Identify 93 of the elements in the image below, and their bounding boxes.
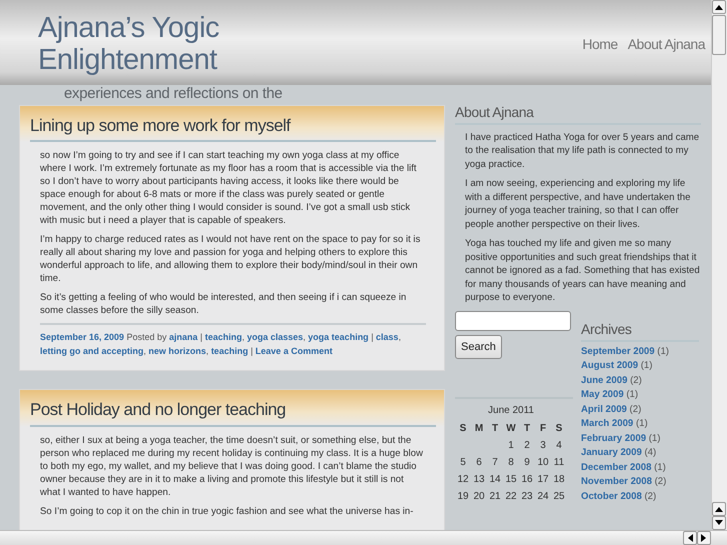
calendar-day[interactable]: 23 xyxy=(519,488,535,506)
scroll-up-button[interactable] xyxy=(712,0,726,14)
archive-link[interactable]: February 2009 xyxy=(581,432,646,444)
calendar-title: June 2011 xyxy=(487,404,535,418)
calendar-day[interactable]: 20 xyxy=(471,488,487,506)
archive-count: (2) xyxy=(630,404,642,415)
scroll-left-button[interactable] xyxy=(683,531,697,545)
weekday-label: T xyxy=(522,422,532,436)
calendar-day[interactable]: 6 xyxy=(471,454,487,472)
scroll-up-button[interactable] xyxy=(712,502,726,516)
meta-link[interactable]: yoga classes xyxy=(246,332,304,342)
about-paragraph: I am now seeing, experiencing and exploring my life with a different perspective, and have undertaken the journey of yoga teacher training, so that I can offer people another perspective on their lives. xyxy=(465,177,692,232)
archive-count: (4) xyxy=(644,447,656,458)
scrollbar-thumb[interactable] xyxy=(712,15,726,55)
calendar-day[interactable]: 8 xyxy=(503,454,519,472)
archive-count: (2) xyxy=(630,374,642,386)
post-paragraph: So it’s getting a feeling of who would be interested, and then seeing if i can squeeze in some classes before the silly season. xyxy=(40,291,408,318)
weekday-label: S xyxy=(554,422,564,436)
calendar-day[interactable]: 24 xyxy=(535,488,551,506)
calendar-day[interactable]: 12 xyxy=(455,471,471,488)
about-paragraph: I have practiced Hatha Yoga for over 5 years and came to the realisation that my life path is connected to my yoga practice. xyxy=(465,130,700,172)
site-tagline: experiences and reflections on the xyxy=(64,86,284,102)
calendar-day[interactable]: 22 xyxy=(503,488,519,506)
about-paragraph: Yoga has touched my life and given me so many positive opportunities and such great friendships that it cannot be ignored as a fad. Something that has existed for many thousands of years can have meaning and purpose to everyone. xyxy=(465,237,701,305)
calendar-day[interactable]: 15 xyxy=(503,471,519,488)
calendar-day[interactable]: 2 xyxy=(519,437,535,454)
archive-link[interactable]: April 2009 xyxy=(581,404,627,415)
calendar-day[interactable]: 16 xyxy=(519,471,535,488)
archive-link[interactable]: May 2009 xyxy=(581,389,624,400)
scroll-down-button[interactable] xyxy=(712,516,726,530)
calendar-day[interactable]: 18 xyxy=(551,471,567,488)
site-title[interactable]: Ajnana’s Yogic Enlightenment xyxy=(38,12,298,85)
archive-link[interactable]: January 2009 xyxy=(581,447,642,458)
weekday-label: M xyxy=(474,422,484,436)
post-paragraph: so, either I sux at being a yoga teacher, the time doesn’t suit, or something else, but the person who replaced me during my recent holiday is continuing my class. It is a huge blow to both my ego, my wallet, and my believe that I was doing good. I can’t blame the studio owner because they are in it to make a living and promote this lifestyle but it still is not what I wanted to have happen. xyxy=(40,434,424,499)
calendar-day[interactable]: 21 xyxy=(487,488,503,506)
calendar-day[interactable]: 19 xyxy=(455,488,471,506)
calendar-day[interactable]: 13 xyxy=(471,471,487,488)
archive-count: (1) xyxy=(648,432,660,444)
nav-link[interactable]: Home xyxy=(582,34,618,85)
archive-count: (1) xyxy=(657,346,669,357)
calendar-day[interactable]: 7 xyxy=(487,454,503,472)
meta-link[interactable]: September 16, 2009 xyxy=(40,332,124,342)
archive-count: (1) xyxy=(640,360,652,372)
nav-link[interactable]: About Ajnana xyxy=(628,34,705,85)
calendar-day[interactable]: 3 xyxy=(535,437,551,454)
calendar-day[interactable]: 4 xyxy=(551,437,567,454)
meta-link[interactable]: yoga teaching xyxy=(308,332,369,342)
calendar-day[interactable]: 17 xyxy=(535,471,551,488)
down-arrow-icon xyxy=(715,520,723,526)
archive-link[interactable]: September 2009 xyxy=(581,346,655,357)
meta-link[interactable]: class xyxy=(376,332,398,342)
calendar-day[interactable]: 5 xyxy=(455,454,471,472)
archive-link[interactable]: October 2008 xyxy=(581,490,642,502)
calendar-day[interactable]: 25 xyxy=(551,488,567,506)
weekday-label: W xyxy=(505,422,517,436)
widget-title: About Ajnana xyxy=(455,104,701,125)
scroll-right-button[interactable] xyxy=(697,531,711,545)
calendar-day[interactable]: 9 xyxy=(519,454,535,472)
up-arrow-icon xyxy=(715,4,723,10)
post-paragraph: So I’m going to cop it on the chin in true yogic fashion and see what the universe has in- xyxy=(40,504,414,518)
post-paragraph: so now I’m going to try and see if I can start teaching my own yoga class at my office where I work. I’m extremely fortunate as my floor has a room that is accessible via the lift so I don’t have to worry about participants having access, it looks like there would be space enough for about 6-8 mats or more if the class was purely seated or gentle movement, and the only other thing I would consider is sound. I’ve got a small usb stick with music but i need a player that is capable of speakers. xyxy=(40,149,418,228)
meta-link[interactable]: Leave a Comment xyxy=(255,346,332,356)
archive-count: (2) xyxy=(654,476,666,488)
meta-link[interactable]: letting go and accepting xyxy=(40,346,144,356)
calendar-day[interactable]: 11 xyxy=(551,454,567,472)
archive-link[interactable]: December 2008 xyxy=(581,462,652,473)
search-button[interactable]: Search xyxy=(455,334,502,360)
archive-link[interactable]: June 2009 xyxy=(581,374,628,386)
left-arrow-icon xyxy=(687,534,693,542)
calendar-day[interactable]: 14 xyxy=(487,471,503,488)
widget-title: Archives xyxy=(581,320,699,342)
archive-link[interactable]: March 2009 xyxy=(581,418,634,430)
archive-count: (1) xyxy=(636,418,648,430)
up-arrow-icon xyxy=(715,506,723,512)
archive-count: (1) xyxy=(626,389,638,400)
calendar-day[interactable]: 10 xyxy=(535,454,551,472)
right-arrow-icon xyxy=(701,534,707,542)
meta-link[interactable]: teaching xyxy=(204,332,242,342)
post-paragraph: I’m happy to charge reduced rates as I would not have rent on the space to pay for so it is really all about sharing my love and passion for yoga and helping others to explore this wonderful approach to life, and allowing them to explore their body/mind/soul in their own time. xyxy=(40,233,422,286)
weekday-label: F xyxy=(538,422,548,436)
search-field[interactable] xyxy=(455,310,571,331)
meta-link[interactable]: teaching xyxy=(211,346,248,356)
post-meta: September 16, 2009 Posted by ajnana | teaching, yoga classes, yoga teaching | class, letting go and accepting, new horizons, teaching | Leave a Comment xyxy=(40,323,426,358)
weekday-label: S xyxy=(458,422,468,436)
weekday-label: T xyxy=(490,422,500,436)
archive-count: (1) xyxy=(654,462,666,473)
meta-link[interactable]: new horizons xyxy=(148,346,206,356)
archive-link[interactable]: August 2009 xyxy=(581,360,638,372)
archive-link[interactable]: November 2008 xyxy=(581,476,652,488)
meta-link[interactable]: ajnana xyxy=(169,332,198,342)
calendar-day[interactable]: 1 xyxy=(503,437,519,454)
archive-count: (2) xyxy=(644,490,656,502)
